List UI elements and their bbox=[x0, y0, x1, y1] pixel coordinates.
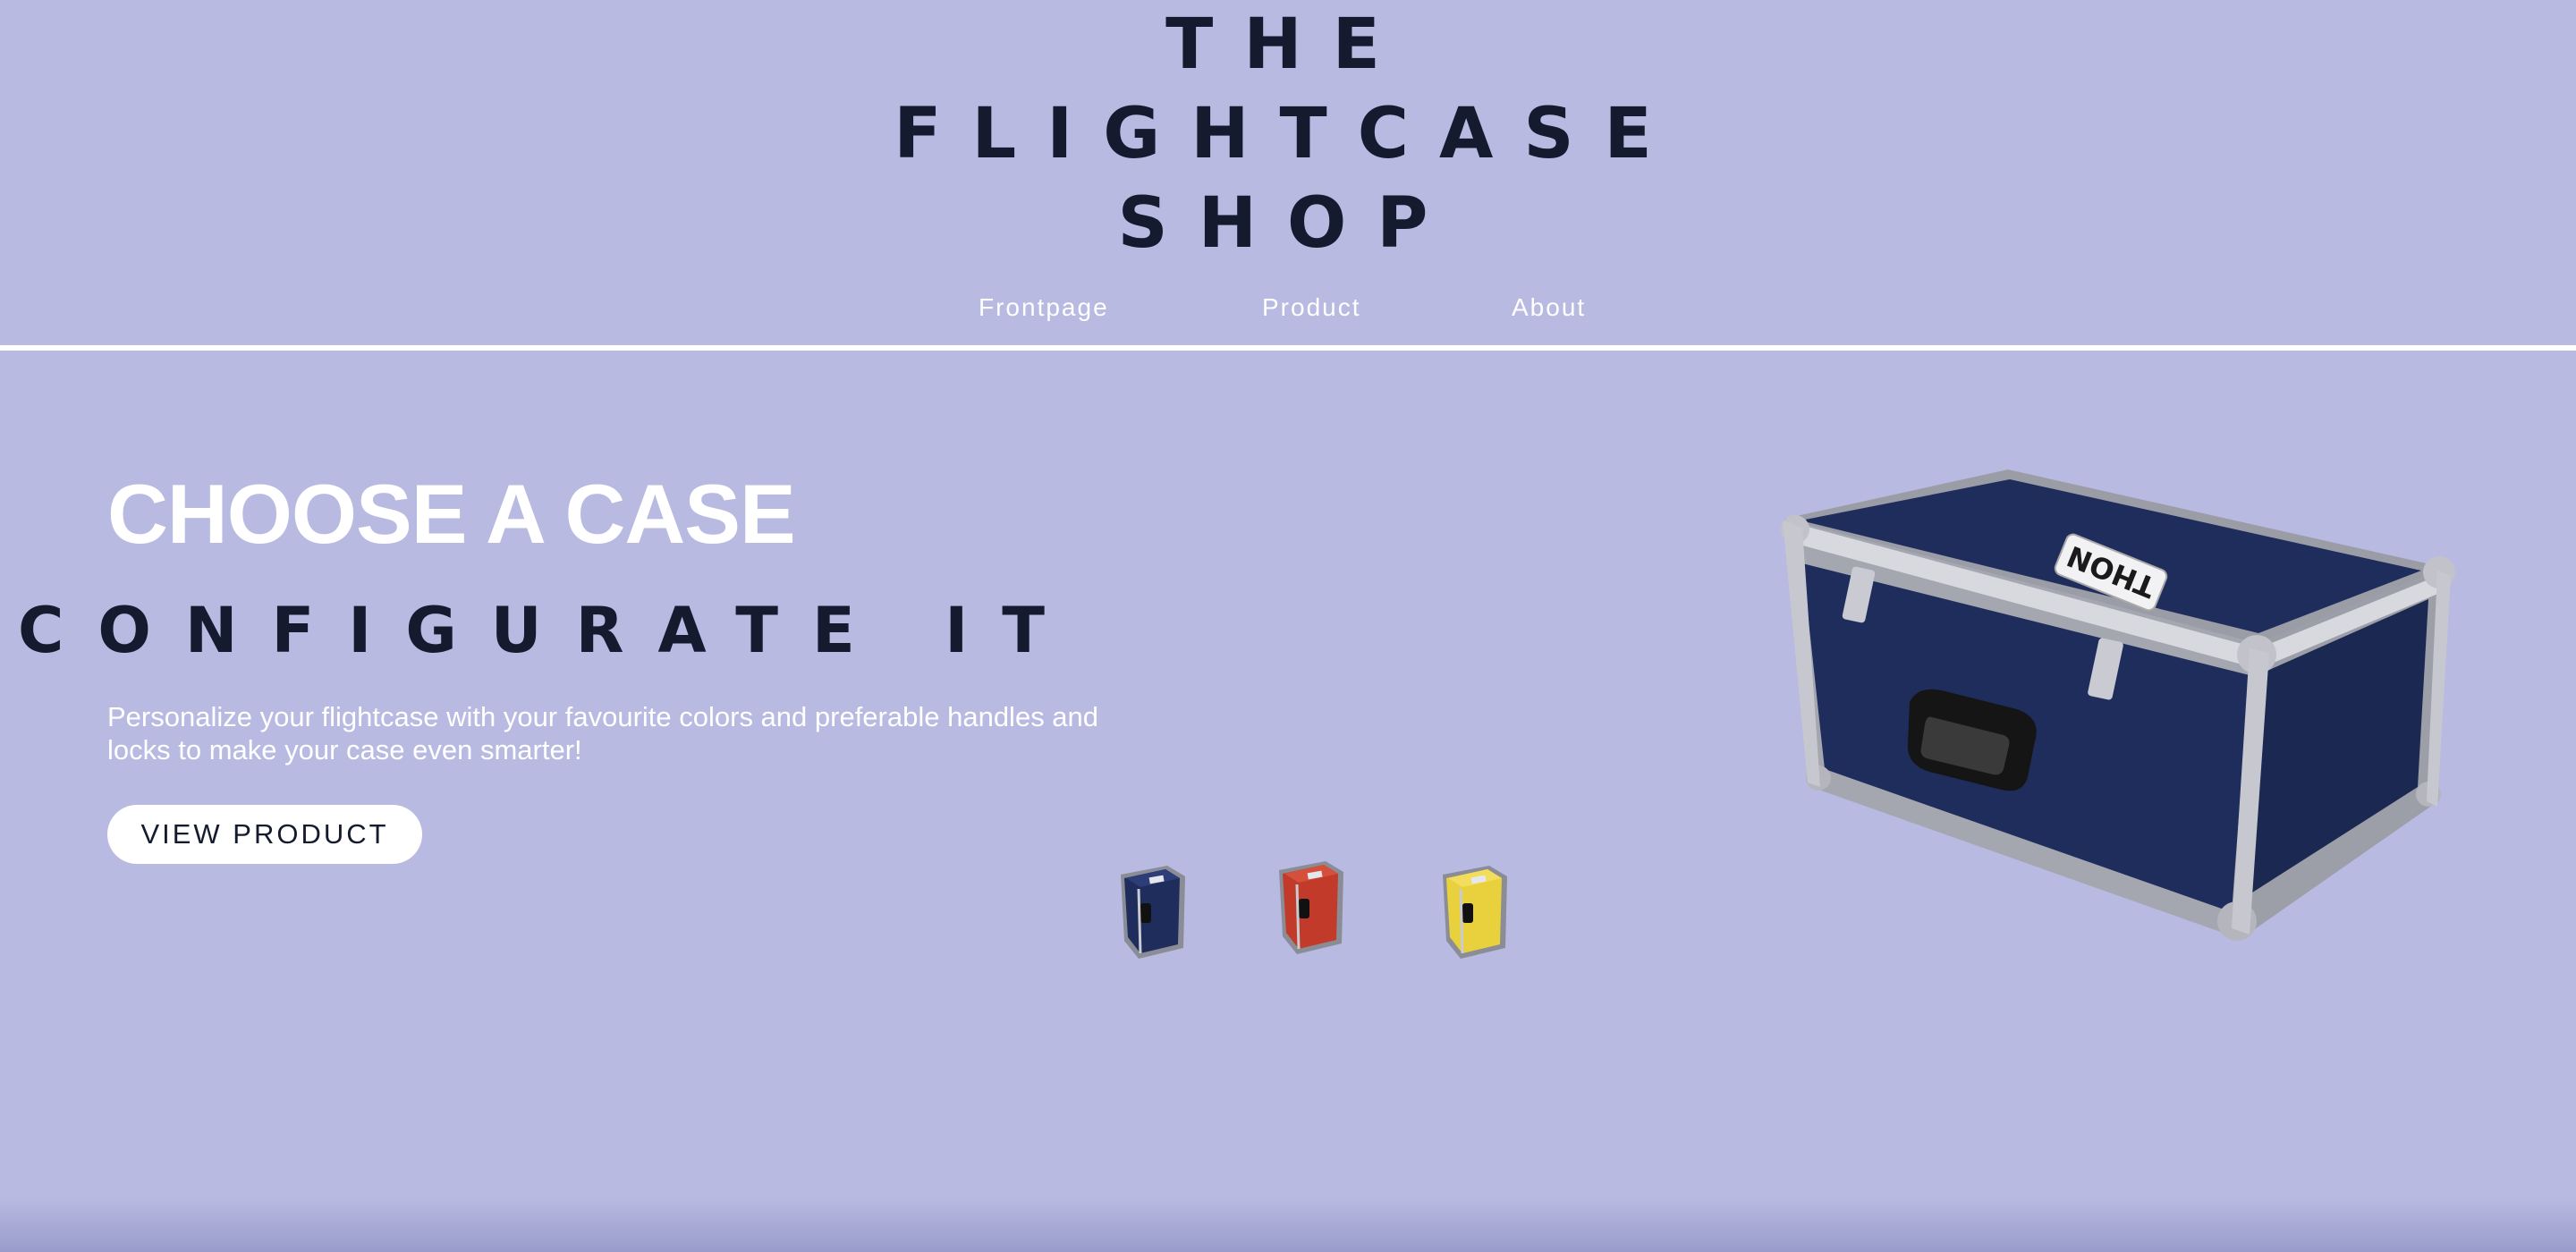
hero-description: Personalize your flightcase with your fa… bbox=[107, 701, 1099, 766]
bottom-shadow bbox=[0, 1198, 2576, 1252]
main-nav: Frontpage Product About bbox=[0, 288, 2576, 327]
header-divider bbox=[0, 345, 2576, 351]
hero-subheadline: CONFIGURATE IT bbox=[18, 594, 1079, 667]
nav-product[interactable]: Product bbox=[1262, 288, 1361, 327]
nav-about[interactable]: About bbox=[1512, 288, 1586, 327]
nav-frontpage[interactable]: Frontpage bbox=[979, 288, 1109, 327]
case-thumb-red[interactable] bbox=[1272, 854, 1352, 961]
view-product-button[interactable]: VIEW PRODUCT bbox=[107, 805, 422, 864]
hero-headline: CHOOSE A CASE bbox=[107, 467, 796, 561]
logo-line-2: FLIGHTCASE bbox=[894, 94, 1682, 174]
hero-flightcase-image: THON bbox=[1781, 470, 2455, 941]
case-thumb-yellow[interactable] bbox=[1436, 859, 1516, 966]
logo-line-1: THE bbox=[1165, 4, 1411, 85]
logo-line-3: SHOP bbox=[1117, 183, 1459, 264]
case-thumb-blue[interactable] bbox=[1114, 859, 1194, 966]
